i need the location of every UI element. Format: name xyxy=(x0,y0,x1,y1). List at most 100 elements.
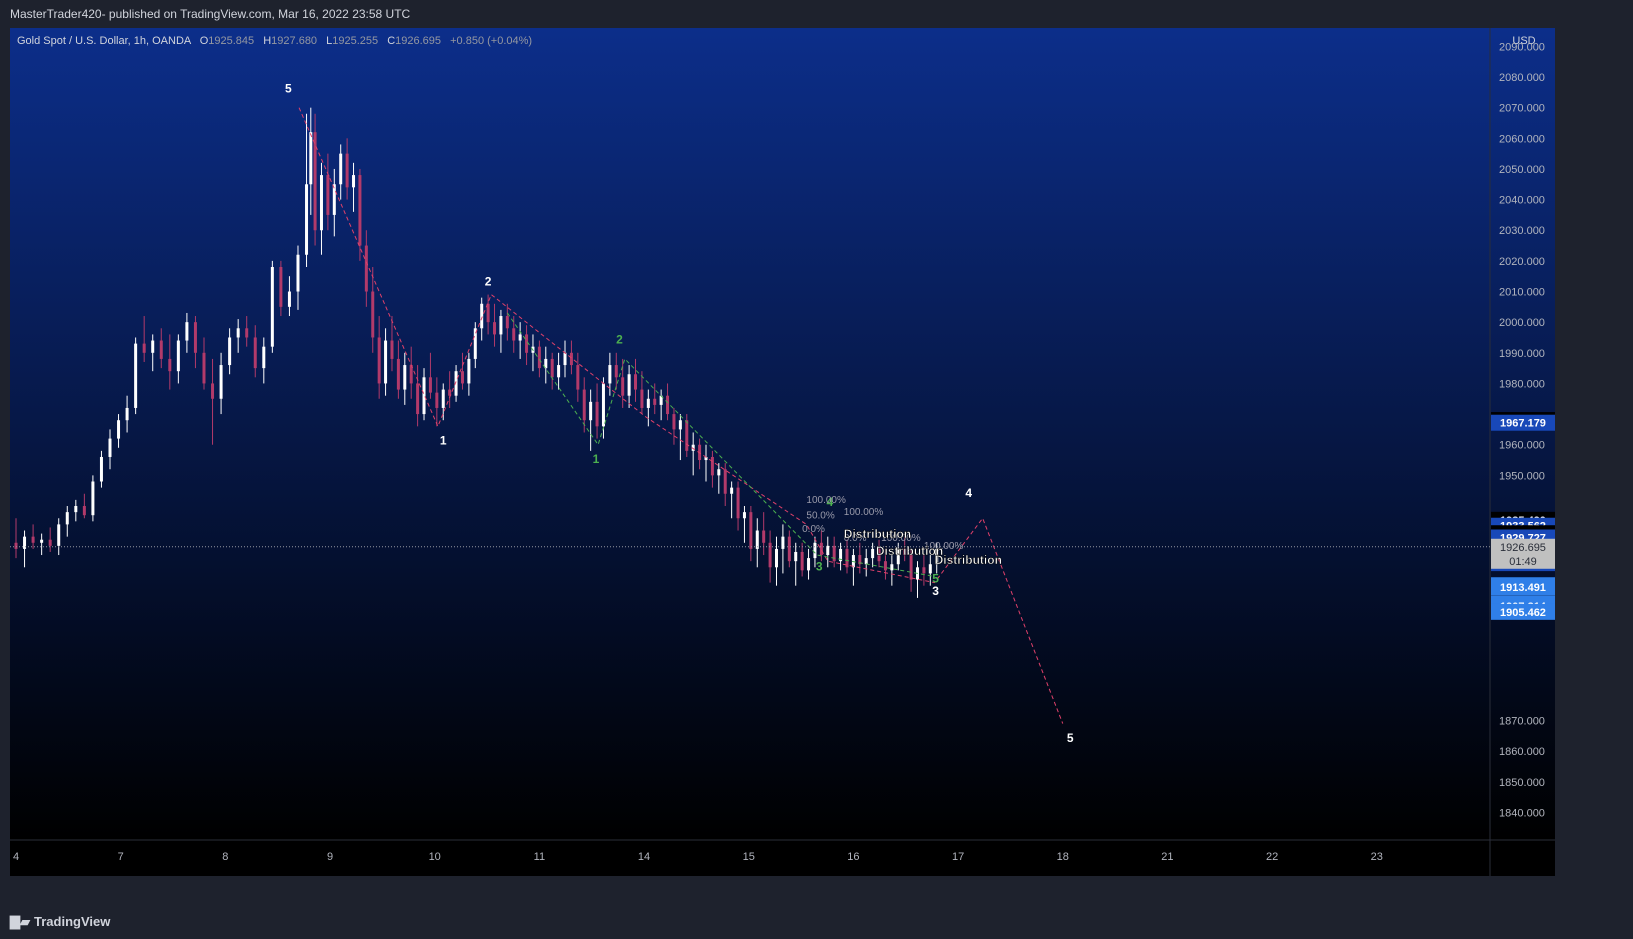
fib-level-label: 100.00% xyxy=(844,507,884,518)
ohlc-open-value: 1925.845 xyxy=(208,35,254,47)
candle-body xyxy=(646,398,650,408)
candle-body xyxy=(614,365,618,378)
time-axis-background xyxy=(10,840,1555,876)
candle-body xyxy=(358,175,362,246)
price-badge: 1967.179 xyxy=(1491,414,1555,431)
candle-body xyxy=(807,558,811,571)
candle-body xyxy=(253,337,257,369)
candle-body xyxy=(871,548,875,559)
candle-body xyxy=(749,512,753,549)
candle-body xyxy=(576,365,580,390)
ohlc-high-value: 1927.680 xyxy=(271,35,317,47)
price-tick-label: 1950.000 xyxy=(1499,470,1545,482)
current-price-badge: 1926.695 01:49 xyxy=(1491,538,1555,569)
price-chart[interactable]: 51234512345100.00%100.00%50.0%0.0%0.0% 10… xyxy=(10,28,1555,876)
candle-body xyxy=(403,365,407,390)
time-tick-label: 8 xyxy=(222,851,228,863)
candle-body xyxy=(460,371,464,384)
price-badge: 1913.491 xyxy=(1491,579,1555,596)
ohlc-high-label: H xyxy=(263,35,271,47)
candle-body xyxy=(499,316,503,335)
candle-body xyxy=(345,153,349,188)
time-tick-label: 18 xyxy=(1057,851,1069,863)
price-tick-label: 1850.000 xyxy=(1499,777,1545,789)
plot-background xyxy=(10,28,1490,840)
price-tick-label: 1870.000 xyxy=(1499,715,1545,727)
time-tick-label: 14 xyxy=(638,851,650,863)
candle-body xyxy=(202,352,206,384)
candle-body xyxy=(65,512,69,525)
footer-bar: ▇▰ TradingView xyxy=(0,905,1633,939)
candle-body xyxy=(245,328,249,338)
publish-header: MasterTrader420- published on TradingVie… xyxy=(0,0,1633,28)
candle-body xyxy=(428,377,432,393)
ohlc-low-value: 1925.255 xyxy=(332,35,378,47)
candle-body xyxy=(710,456,714,476)
price-tick-label: 1990.000 xyxy=(1499,348,1545,360)
svg-text:Gold Spot / U.S. Dollar, 1h, O: Gold Spot / U.S. Dollar, 1h, OANDA O1925… xyxy=(17,35,532,47)
candle-body xyxy=(142,343,146,353)
candle-body xyxy=(525,334,529,353)
candle-body xyxy=(416,383,420,415)
price-tick-label: 2090.000 xyxy=(1499,41,1545,53)
candle-body xyxy=(305,184,309,255)
candle-body xyxy=(589,401,593,421)
candle-body xyxy=(762,530,766,543)
secondary-wave-label: 3 xyxy=(816,559,823,573)
candle-body xyxy=(774,548,778,568)
fib-level-label: 0.0% xyxy=(802,524,825,535)
primary-wave-label: 5 xyxy=(1067,731,1074,745)
candle-body xyxy=(794,551,798,562)
price-tick-label: 1860.000 xyxy=(1499,746,1545,758)
candle-body xyxy=(371,291,375,338)
distribution-annotation: Distribution xyxy=(844,527,911,541)
candle-body xyxy=(550,358,554,378)
price-badge-value: 1905.462 xyxy=(1500,607,1546,619)
tradingview-logo[interactable]: ▇▰ TradingView xyxy=(10,914,110,930)
time-tick-label: 16 xyxy=(847,851,859,863)
candle-body xyxy=(736,487,740,519)
candle-body xyxy=(621,377,625,396)
candle-body xyxy=(441,389,445,408)
candle-body xyxy=(364,245,368,292)
candle-body xyxy=(608,365,612,384)
publish-info: MasterTrader420- published on TradingVie… xyxy=(10,7,411,21)
primary-wave-label: 3 xyxy=(932,584,939,598)
candle-body xyxy=(287,291,291,307)
symbol-legend[interactable]: Gold Spot / U.S. Dollar, 1h, OANDA O1925… xyxy=(17,35,532,47)
candle-body xyxy=(864,558,868,565)
distribution-annotation: Distribution xyxy=(935,553,1002,567)
candle-body xyxy=(309,132,313,185)
candle-body xyxy=(236,328,240,338)
candle-body xyxy=(890,564,894,571)
candle-body xyxy=(211,383,215,399)
ohlc-close-label: C xyxy=(387,35,395,47)
time-tick-label: 7 xyxy=(118,851,124,863)
candle-body xyxy=(352,175,356,188)
candle-body xyxy=(384,340,388,384)
candle-body xyxy=(377,337,381,384)
time-tick-label: 22 xyxy=(1266,851,1278,863)
candle-body xyxy=(787,536,791,562)
candle-body xyxy=(219,365,223,399)
price-badge-value: 1967.179 xyxy=(1500,418,1546,430)
candle-body xyxy=(730,487,734,494)
price-tick-label: 2050.000 xyxy=(1499,164,1545,176)
candle-body xyxy=(185,322,189,341)
candle-body xyxy=(813,542,817,559)
candle-body xyxy=(82,506,86,516)
primary-wave-label: 5 xyxy=(285,81,292,95)
candle-body xyxy=(569,352,573,366)
candle-body xyxy=(467,358,471,384)
candle-body xyxy=(396,358,400,390)
primary-wave-label: 1 xyxy=(440,434,447,448)
candle-body xyxy=(595,401,599,427)
fib-level-label: 50.0% xyxy=(806,510,834,521)
candle-body xyxy=(493,322,497,335)
brand-name: TradingView xyxy=(34,914,111,929)
time-tick-label: 9 xyxy=(327,851,333,863)
candle-body xyxy=(601,383,605,427)
candle-body xyxy=(151,340,155,353)
time-tick-label: 17 xyxy=(952,851,964,863)
candle-body xyxy=(755,530,759,549)
